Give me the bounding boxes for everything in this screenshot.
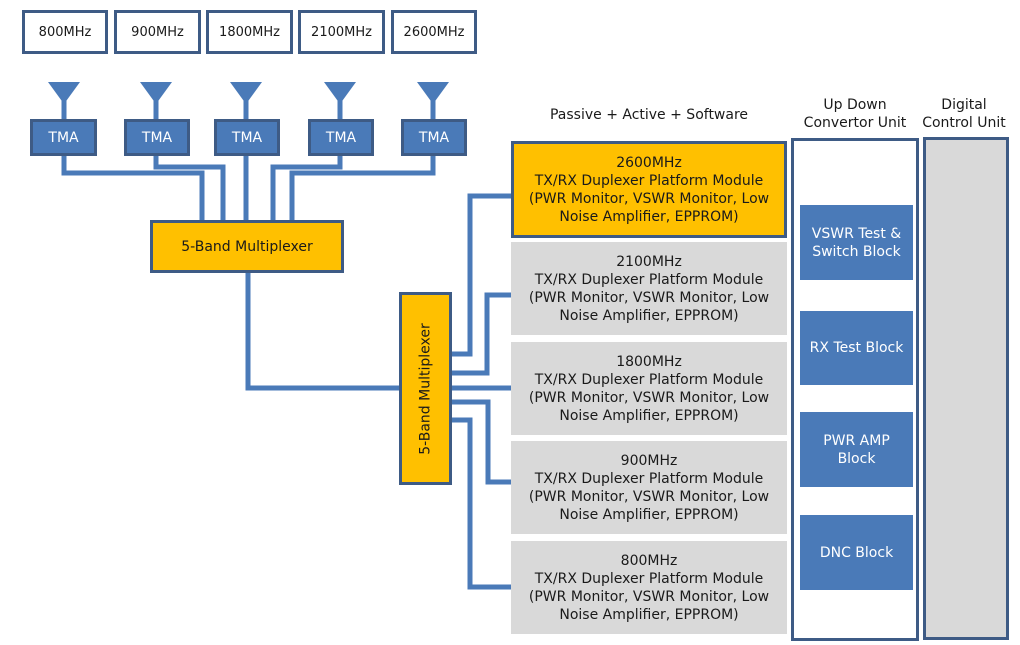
wire-800 bbox=[452, 417, 513, 590]
wire-tma5 bbox=[289, 152, 436, 222]
band-label-900: 900MHz bbox=[114, 10, 201, 54]
tma-block: TMA bbox=[401, 119, 467, 156]
tma-label: TMA bbox=[418, 129, 450, 146]
module-desc: Noise Amplifier, EPPROM) bbox=[559, 606, 739, 623]
block-label: Switch Block bbox=[812, 243, 901, 260]
module-title: TX/RX Duplexer Platform Module bbox=[534, 470, 764, 487]
rx-test-block: RX Test Block bbox=[800, 311, 913, 385]
block-label: RX Test Block bbox=[809, 340, 904, 356]
multiplexer-top: 5-Band Multiplexer bbox=[150, 220, 344, 273]
pwr-amp-block: PWR AMP Block bbox=[800, 412, 913, 487]
band-text: 2100MHz bbox=[311, 24, 372, 40]
wire-tma2 bbox=[153, 152, 226, 222]
dnc-block: DNC Block bbox=[800, 515, 913, 590]
module-800: 800MHz TX/RX Duplexer Platform Module (P… bbox=[511, 541, 787, 634]
multiplexer-label: 5-Band Multiplexer bbox=[181, 238, 313, 255]
block-label: PWR AMP bbox=[823, 432, 890, 449]
band-text: 900MHz bbox=[131, 24, 184, 40]
antenna-icon bbox=[230, 82, 262, 104]
module-title: TX/RX Duplexer Platform Module bbox=[534, 172, 764, 189]
dcu-header-line: Control Unit bbox=[922, 115, 1006, 131]
dcu-unit-box bbox=[923, 137, 1009, 640]
wire-mux-link bbox=[245, 272, 402, 391]
module-desc: Noise Amplifier, EPPROM) bbox=[559, 506, 739, 523]
section-header: Passive + Active + Software bbox=[549, 107, 749, 123]
band-text: 1800MHz bbox=[219, 24, 280, 40]
module-desc: (PWR Monitor, VSWR Monitor, Low bbox=[528, 588, 770, 605]
tma-label: TMA bbox=[48, 129, 79, 146]
band-label-800: 800MHz bbox=[22, 10, 108, 54]
module-freq: 1800MHz bbox=[616, 353, 682, 370]
band-text: 800MHz bbox=[38, 24, 92, 40]
block-label: VSWR Test & bbox=[811, 225, 902, 242]
wire-2600 bbox=[452, 193, 513, 357]
tma-block: TMA bbox=[308, 119, 374, 156]
module-title: TX/RX Duplexer Platform Module bbox=[534, 271, 764, 288]
block-label: Block bbox=[837, 450, 876, 467]
module-freq: 900MHz bbox=[620, 452, 678, 469]
band-text: 2600MHz bbox=[403, 24, 465, 40]
dcu-unit-header: Digital Control Unit bbox=[921, 96, 1007, 132]
module-desc: (PWR Monitor, VSWR Monitor, Low bbox=[528, 289, 770, 306]
udc-header-line: Convertor Unit bbox=[803, 115, 907, 131]
module-900: 900MHz TX/RX Duplexer Platform Module (P… bbox=[511, 441, 787, 534]
vswr-test-switch-block: VSWR Test & Switch Block bbox=[800, 205, 913, 280]
dcu-header-line: Digital bbox=[941, 97, 987, 113]
module-freq: 2600MHz bbox=[616, 154, 682, 171]
multiplexer-vertical: 5-Band Multiplexer bbox=[399, 292, 452, 485]
antenna-icon bbox=[140, 82, 172, 104]
module-title: TX/RX Duplexer Platform Module bbox=[534, 371, 764, 388]
module-1800: 1800MHz TX/RX Duplexer Platform Module (… bbox=[511, 342, 787, 435]
module-freq: 2100MHz bbox=[616, 253, 682, 270]
udc-unit-header: Up Down Convertor Unit bbox=[792, 96, 918, 132]
wire-900 bbox=[452, 399, 513, 485]
antenna-icon bbox=[48, 82, 80, 104]
tma-block: TMA bbox=[214, 119, 280, 156]
module-desc: Noise Amplifier, EPPROM) bbox=[559, 407, 739, 424]
band-label-2600: 2600MHz bbox=[391, 10, 477, 54]
wire-tma1 bbox=[61, 152, 205, 222]
module-title: TX/RX Duplexer Platform Module bbox=[534, 570, 764, 587]
antenna-icon bbox=[417, 82, 449, 104]
module-freq: 800MHz bbox=[620, 552, 678, 569]
tma-block: TMA bbox=[30, 119, 97, 156]
module-desc: Noise Amplifier, EPPROM) bbox=[559, 208, 739, 225]
module-desc: (PWR Monitor, VSWR Monitor, Low bbox=[528, 488, 770, 505]
module-2600: 2600MHz TX/RX Duplexer Platform Module (… bbox=[511, 141, 787, 238]
module-2100: 2100MHz TX/RX Duplexer Platform Module (… bbox=[511, 242, 787, 335]
wire-2100 bbox=[452, 292, 513, 376]
tma-label: TMA bbox=[325, 129, 357, 146]
tma-block: TMA bbox=[124, 119, 190, 156]
udc-header-line: Up Down bbox=[823, 97, 887, 113]
band-label-2100: 2100MHz bbox=[298, 10, 385, 54]
tma-label: TMA bbox=[141, 129, 173, 146]
module-desc: Noise Amplifier, EPPROM) bbox=[559, 307, 739, 324]
band-label-1800: 1800MHz bbox=[206, 10, 293, 54]
block-label: DNC Block bbox=[819, 544, 894, 561]
wire-tma4 bbox=[270, 152, 343, 222]
antenna-icon bbox=[324, 82, 356, 104]
multiplexer-label: 5-Band Multiplexer bbox=[417, 322, 434, 455]
tma-label: TMA bbox=[231, 129, 263, 146]
module-desc: (PWR Monitor, VSWR Monitor, Low bbox=[528, 190, 770, 207]
module-desc: (PWR Monitor, VSWR Monitor, Low bbox=[528, 389, 770, 406]
